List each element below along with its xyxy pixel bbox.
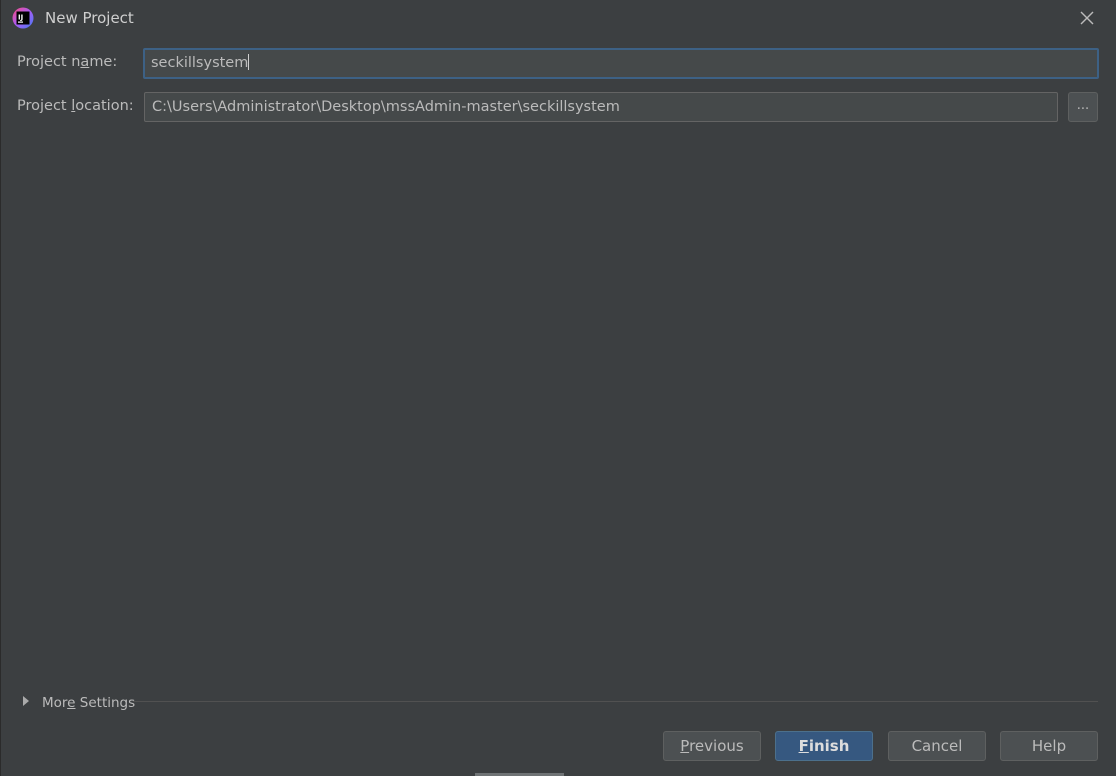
new-project-dialog: IJ New Project Project name: seckillsyst… <box>0 0 1116 776</box>
project-location-input[interactable]: C:\Users\Administrator\Desktop\mssAdmin-… <box>144 92 1058 122</box>
browse-location-button[interactable]: ... <box>1068 92 1098 122</box>
more-settings-label: More Settings <box>42 695 136 711</box>
finish-button[interactable]: Finish <box>775 731 873 761</box>
text-caret <box>248 54 250 70</box>
project-name-input[interactable]: seckillsystem <box>143 48 1099 79</box>
title-bar: IJ New Project <box>1 0 1116 36</box>
close-icon[interactable] <box>1075 6 1099 30</box>
svg-text:IJ: IJ <box>18 14 23 22</box>
project-name-label: Project name: <box>17 54 118 70</box>
project-name-value: seckillsystem <box>151 55 249 71</box>
cancel-button[interactable]: Cancel <box>888 731 986 761</box>
intellij-idea-icon: IJ <box>12 7 34 29</box>
more-settings-divider <box>133 701 1098 702</box>
window-title: New Project <box>45 9 134 27</box>
help-button[interactable]: Help <box>1000 731 1098 761</box>
project-location-value: C:\Users\Administrator\Desktop\mssAdmin-… <box>152 99 620 115</box>
project-location-label: Project location: <box>17 98 134 114</box>
previous-button[interactable]: Previous <box>663 731 761 761</box>
expand-triangle-icon <box>23 696 29 706</box>
